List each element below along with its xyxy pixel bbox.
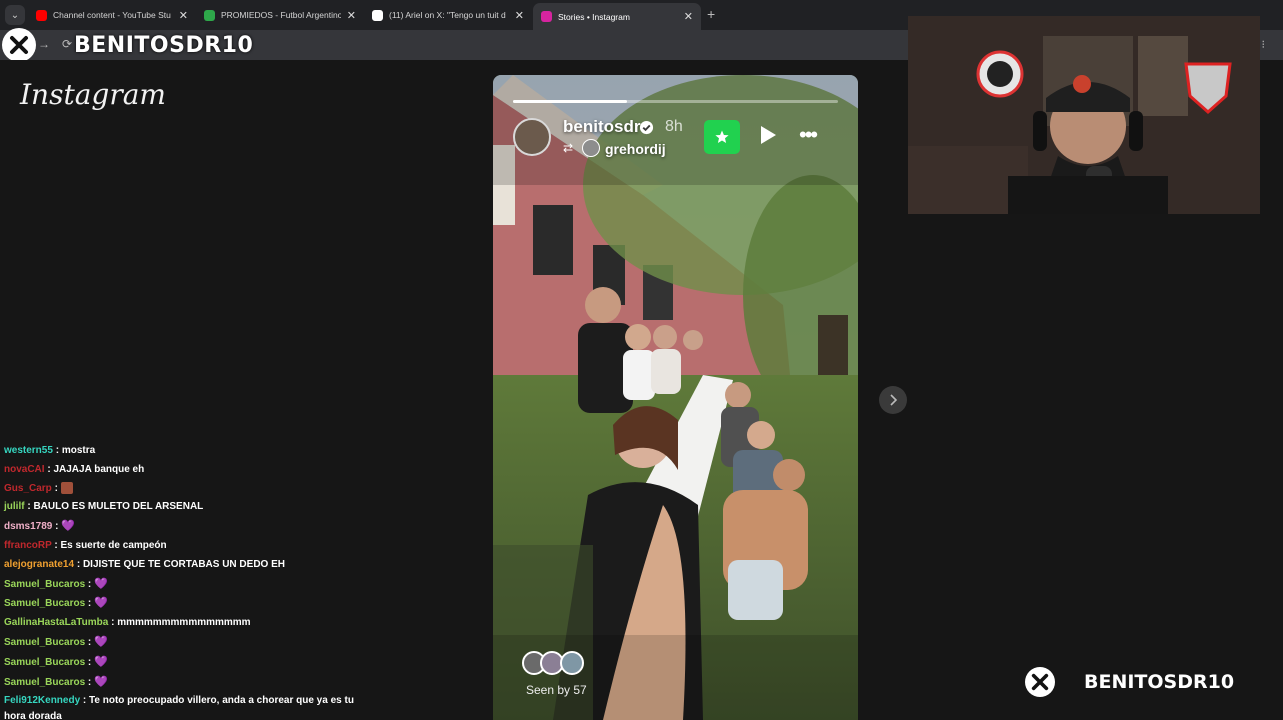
story-progress-bar [513, 100, 838, 103]
chat-username[interactable]: Gus_Carp [4, 483, 52, 494]
chat-username[interactable]: ffrancoRP [4, 540, 52, 551]
chat-text: mostra [61, 445, 96, 456]
chat-message: alejogranate14 : DIJISTE QUE TE CORTABAS… [4, 556, 364, 575]
chat-text: BAULO ES MULETO DEL ARSENAL [33, 501, 204, 513]
tab-favicon-icon [541, 11, 552, 22]
stream-overlay-top: BENITOSDR10 [2, 28, 253, 62]
tab-label: Channel content - YouTube Stu [53, 10, 171, 20]
chat-separator: : [85, 578, 95, 590]
story-user-avatar[interactable] [513, 118, 551, 156]
verified-badge-icon [639, 120, 654, 135]
chat-emote-icon: 💜 [94, 636, 108, 649]
chat-username[interactable]: GallinaHastaLaTumba [4, 617, 108, 628]
chat-separator: : [85, 637, 95, 649]
chat-separator: : [85, 657, 95, 668]
chat-emote-icon: 💜 [94, 577, 108, 590]
webcam-overlay [908, 16, 1260, 214]
chat-separator: : [108, 617, 118, 629]
chat-username[interactable]: novaCAI [4, 464, 45, 475]
original-user-avatar[interactable] [582, 139, 600, 157]
chat-emote-icon [60, 481, 73, 494]
tab-favicon-icon [372, 9, 383, 21]
browser-tab[interactable]: Stories • Instagram ✕ [533, 3, 701, 30]
chat-separator: : [51, 482, 61, 494]
chat-emote-icon: 💜 [94, 597, 108, 610]
chat-emote-icon: 💜 [61, 520, 75, 533]
chat-username[interactable]: Samuel_Bucaros [4, 599, 85, 610]
play-button[interactable] [759, 125, 777, 150]
chat-username[interactable]: western55 [4, 445, 53, 456]
tab-close-icon[interactable]: ✕ [515, 9, 524, 22]
tab-favicon-icon [204, 9, 215, 21]
chat-separator: : [74, 558, 83, 570]
x-logo-icon [1025, 667, 1055, 697]
chat-message: GallinaHastaLaTumba : mmmmmmmmmmmmmmm [4, 614, 364, 633]
chat-username[interactable]: alejogranate14 [4, 559, 74, 570]
story-progress-fill [513, 100, 627, 103]
chat-message: julilf : BAULO ES MULETO DEL ARSENAL [4, 498, 364, 517]
chat-emote-icon: 💜 [94, 675, 108, 688]
story-viewer[interactable]: benitosdr 8h ⇄ grehordij ••• Seen by 57 [493, 75, 858, 720]
close-friends-star-icon [704, 120, 740, 154]
chat-username[interactable]: Samuel_Bucaros [4, 579, 85, 590]
chat-text: Es suerte de campeón [60, 540, 167, 552]
chat-separator: : [80, 694, 90, 706]
tab-close-icon[interactable]: ✕ [347, 9, 356, 22]
chat-text: mmmmmmmmmmmmmmm [117, 617, 251, 629]
story-timestamp: 8h [665, 118, 683, 135]
chat-separator: : [52, 445, 62, 456]
stream-overlay-bottom: BENITOSDR10 [1025, 667, 1234, 697]
tab-close-icon[interactable]: ✕ [179, 9, 188, 22]
viewer-avatar[interactable] [560, 651, 584, 675]
chat-username[interactable]: dsms1789 [4, 521, 52, 532]
browser-tab[interactable]: Channel content - YouTube Stu ✕ [28, 4, 196, 26]
browser-tab[interactable]: PROMIEDOS - Futbol Argentino ✕ [196, 4, 364, 26]
chat-text: JAJAJA banque eh [53, 463, 145, 475]
extensions-icon[interactable]: ⁝ [1262, 38, 1266, 51]
chat-message: Samuel_Bucaros : 💜 [4, 673, 364, 693]
chat-message: Feli912Kennedy : Te noto preocupado vill… [4, 693, 364, 720]
chat-message: Samuel_Bucaros : 💜 [4, 653, 364, 673]
tab-label: PROMIEDOS - Futbol Argentino [221, 10, 341, 20]
story-photo [493, 75, 858, 720]
next-story-button[interactable] [879, 386, 907, 414]
tab-label: (11) Ariel on X: "Tengo un tuit d [389, 10, 506, 20]
streamer-name-bottom: BENITOSDR10 [1084, 671, 1235, 693]
chat-message: ffrancoRP : Es suerte de campeón [4, 537, 364, 556]
more-options-button[interactable]: ••• [799, 124, 818, 146]
repost-icon: ⇄ [563, 141, 574, 155]
chat-message: western55 : mostra [4, 442, 364, 461]
tab-label: Stories • Instagram [558, 11, 630, 22]
chat-message: Gus_Carp : [4, 480, 364, 499]
webcam-feed [908, 16, 1260, 214]
new-tab-button[interactable]: + [707, 6, 715, 22]
tab-favicon-icon [36, 9, 47, 21]
chat-message: Samuel_Bucaros : 💜 [4, 594, 364, 614]
instagram-logo[interactable]: Instagram [20, 78, 166, 111]
original-username[interactable]: grehordij [605, 141, 666, 157]
seen-by-count[interactable]: Seen by 57 [526, 683, 587, 697]
chat-message: Samuel_Bucaros : 💜 [4, 633, 364, 653]
chat-message: novaCAI : JAJAJA banque eh [4, 461, 364, 480]
chat-separator: : [51, 540, 61, 552]
tab-search-dropdown-button[interactable]: ⌄ [5, 5, 25, 25]
chat-username[interactable]: julilf [4, 501, 25, 512]
browser-tab[interactable]: (11) Ariel on X: "Tengo un tuit d ✕ [364, 4, 532, 26]
chat-username[interactable]: Samuel_Bucaros [4, 677, 85, 688]
chat-username[interactable]: Samuel_Bucaros [4, 637, 85, 648]
chat-text: DIJISTE QUE TE CORTABAS UN DEDO EH [82, 558, 285, 570]
chat-separator: : [85, 598, 95, 610]
chat-separator: : [52, 521, 62, 533]
story-username[interactable]: benitosdr [563, 117, 640, 137]
chat-username[interactable]: Feli912Kennedy [4, 695, 80, 706]
chat-message: dsms1789 : 💜 [4, 517, 364, 537]
x-logo-icon [2, 28, 36, 62]
chat-separator: : [85, 676, 95, 688]
streamer-name-top: BENITOSDR10 [74, 32, 254, 58]
chat-emote-icon: 💜 [94, 655, 108, 668]
chat-message: Samuel_Bucaros : 💜 [4, 575, 364, 595]
tab-close-icon[interactable]: ✕ [684, 10, 693, 23]
chat-username[interactable]: Samuel_Bucaros [4, 657, 85, 668]
stream-chat: western55 : mostra novaCAI : JAJAJA banqu… [4, 442, 364, 720]
